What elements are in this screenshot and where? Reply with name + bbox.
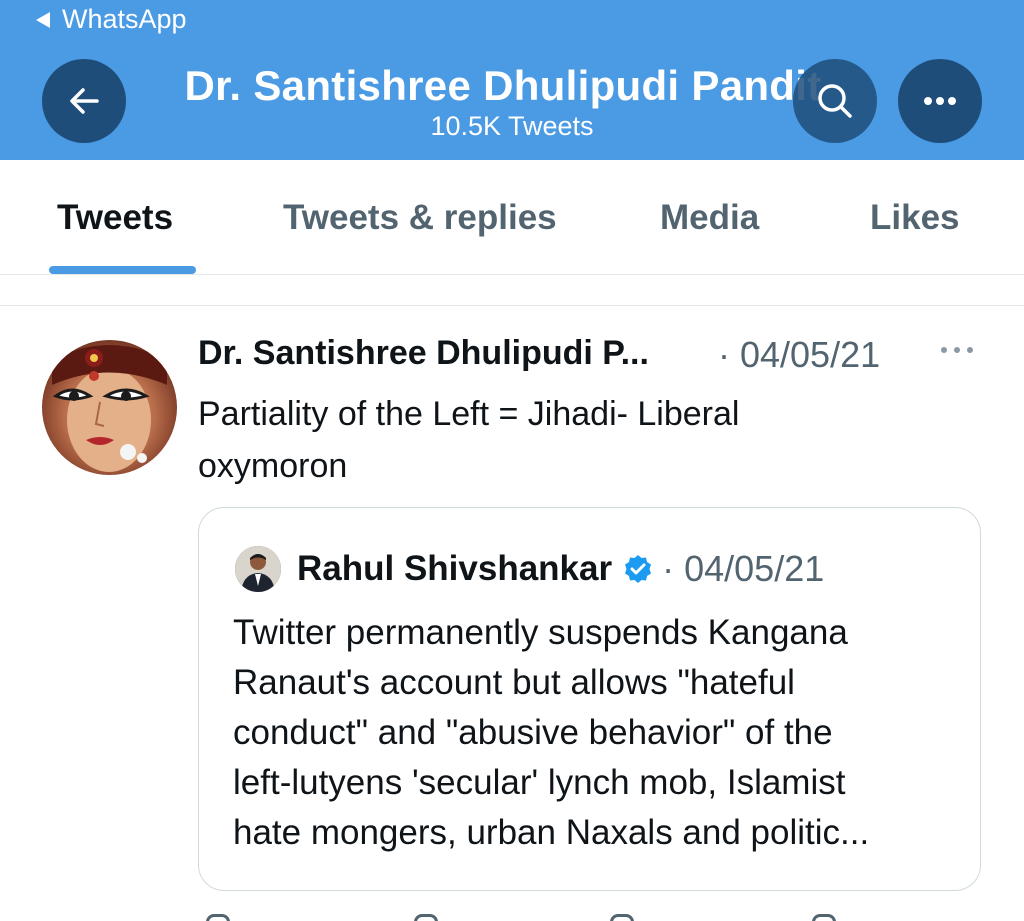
person-avatar-image (235, 546, 281, 592)
quoted-author-avatar (235, 546, 281, 592)
avatar-image (52, 345, 167, 472)
profile-tabs: Tweets Tweets & replies Media Likes (0, 160, 1024, 275)
tab-likes[interactable]: Likes (870, 198, 960, 238)
back-to-whatsapp[interactable]: WhatsApp (36, 4, 187, 35)
quoted-author-name: Rahul Shivshankar (297, 549, 613, 588)
quoted-text-line: Twitter permanently suspends Kangana (233, 613, 848, 652)
like-icon[interactable] (610, 914, 634, 921)
divider (0, 305, 1024, 306)
tweet-date[interactable]: · 04/05/21 (718, 334, 880, 376)
back-app-label: WhatsApp (62, 4, 187, 34)
quoted-text-line: Ranaut's account but allows "hateful (233, 663, 795, 702)
back-button[interactable] (42, 59, 126, 143)
tweet-text: Partiality of the Left = Jihadi- Liberal… (198, 388, 938, 492)
active-tab-indicator (49, 266, 196, 274)
quoted-tweet-text: Twitter permanently suspends Kangana Ran… (233, 608, 963, 858)
quoted-tweet-header: Rahul Shivshankar · 04/05/21 (297, 548, 824, 590)
tweet-text-line: oxymoron (198, 447, 348, 485)
more-options-button[interactable] (898, 59, 982, 143)
more-horizontal-icon (924, 97, 956, 105)
tweet-text-line: Partiality of the Left = Jihadi- Liberal (198, 395, 740, 433)
quoted-text-line: left-lutyens 'secular' lynch mob, Islami… (233, 763, 846, 802)
tab-tweets-and-replies[interactable]: Tweets & replies (283, 198, 557, 238)
quoted-tweet-date: · 04/05/21 (662, 548, 825, 589)
tweet-more-button[interactable] (939, 342, 975, 360)
search-icon (818, 84, 852, 118)
share-icon[interactable] (812, 914, 836, 921)
profile-header: WhatsApp Dr. Santishree Dhulipudi Pandit… (0, 0, 1024, 160)
tab-media[interactable]: Media (660, 198, 759, 238)
verified-badge-icon (622, 553, 654, 585)
tweet-author-name[interactable]: Dr. Santishree Dhulipudi P... (198, 334, 649, 373)
retweet-icon[interactable] (414, 914, 438, 921)
quoted-tweet-card[interactable]: Rahul Shivshankar · 04/05/21 Twitter per… (198, 507, 981, 891)
quoted-text-line: hate mongers, urban Naxals and politic..… (233, 813, 870, 852)
tab-tweets[interactable]: Tweets (57, 198, 173, 238)
search-button[interactable] (793, 59, 877, 143)
arrow-left-icon (70, 88, 99, 114)
tweet-header: Dr. Santishree Dhulipudi P... · 04/05/21 (198, 334, 998, 380)
avatar[interactable] (42, 340, 177, 475)
quoted-text-line: conduct" and "abusive behavior" of the (233, 713, 833, 752)
tweet-action-bar (0, 908, 1024, 921)
back-triangle-icon (36, 11, 50, 28)
more-horizontal-icon (941, 347, 973, 353)
reply-icon[interactable] (206, 914, 230, 921)
